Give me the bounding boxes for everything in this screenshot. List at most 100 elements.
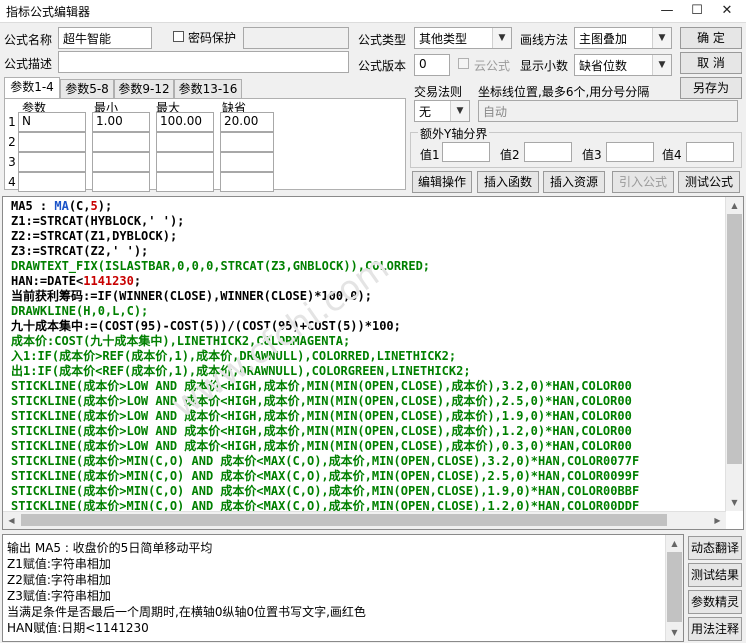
- code-line: Z1:=STRCAT(HYBLOCK,' ');: [11, 214, 639, 229]
- code-token: Z1:=STRCAT(HYBLOCK,' ');: [11, 214, 185, 228]
- code-token: STICKLINE(成本价>LOW AND 成本价<HIGH,成本价,MIN(M…: [11, 379, 632, 393]
- draw-label: 画线方法: [520, 33, 569, 47]
- param-row-number: 4: [8, 175, 16, 189]
- tab-params-1-4[interactable]: 参数1-4: [4, 77, 60, 99]
- coord-input[interactable]: 自动: [478, 100, 738, 122]
- code-token: 5: [90, 199, 98, 213]
- y2-input[interactable]: [524, 142, 572, 162]
- type-select[interactable]: 其他类型 ▼: [414, 27, 512, 49]
- code-line: STICKLINE(成本价>LOW AND 成本价<HIGH,成本价,MIN(M…: [11, 424, 639, 439]
- output-line: 当满足条件是否最后一个周期时,在横轴0纵轴0位置书写文字,画红色: [7, 605, 366, 619]
- code-token: STICKLINE(成本价>MIN(C,O) AND 成本价<MAX(C,O),…: [11, 454, 640, 468]
- tab-params-5-8[interactable]: 参数5-8: [60, 79, 114, 99]
- password-input[interactable]: [243, 27, 349, 49]
- scroll-up-icon[interactable]: ▲: [666, 535, 683, 552]
- edit-op-button[interactable]: 编辑操作: [412, 171, 472, 193]
- param-default-input[interactable]: [220, 132, 274, 152]
- code-line: DRAWTEXT_FIX(ISLASTBAR,0,0,0,STRCAT(Z3,G…: [11, 259, 639, 274]
- code-editor[interactable]: MA5 : MA(C,5); Z1:=STRCAT(HYBLOCK,' '); Z2…: [2, 196, 744, 530]
- usage-notes-button[interactable]: 用法注释: [688, 617, 742, 641]
- param-max-input[interactable]: [156, 172, 214, 192]
- scroll-left-icon[interactable]: ◀: [3, 512, 20, 529]
- import-formula-button[interactable]: 引入公式: [612, 171, 674, 193]
- version-input[interactable]: 0: [414, 54, 450, 76]
- param-max-input[interactable]: [156, 132, 214, 152]
- draw-select-value: 主图叠加: [579, 32, 628, 46]
- desc-input[interactable]: [58, 51, 349, 73]
- code-line: Z2:=STRCAT(Z1,DYBLOCK);: [11, 229, 639, 244]
- code-token: STICKLINE(成本价>MIN(C,O) AND 成本价<MAX(C,O),…: [11, 469, 640, 483]
- param-wizard-button[interactable]: 参数精灵: [688, 590, 742, 614]
- dynamic-translate-button[interactable]: 动态翻译: [688, 536, 742, 560]
- param-default-input[interactable]: [220, 172, 274, 192]
- decimals-select-value: 缺省位数: [579, 59, 628, 73]
- param-min-input[interactable]: [92, 132, 150, 152]
- scroll-thumb[interactable]: [727, 214, 742, 464]
- maximize-icon[interactable]: ☐: [682, 2, 712, 20]
- decimals-select[interactable]: 缺省位数 ▼: [574, 54, 672, 76]
- code-token: STICKLINE(成本价>LOW AND 成本价<HIGH,成本价,MIN(M…: [11, 409, 632, 423]
- y1-input[interactable]: [442, 142, 490, 162]
- code-token: Z2:=STRCAT(Z1,DYBLOCK);: [11, 229, 178, 243]
- code-text[interactable]: MA5 : MA(C,5); Z1:=STRCAT(HYBLOCK,' '); Z2…: [11, 199, 639, 514]
- scroll-down-icon[interactable]: ▼: [726, 494, 743, 511]
- param-default-input[interactable]: 20.00: [220, 112, 274, 132]
- version-label: 公式版本: [358, 59, 407, 73]
- editor-hscrollbar[interactable]: ◀ ▶: [3, 511, 726, 529]
- code-token: MA: [54, 199, 69, 213]
- param-name-input[interactable]: N: [18, 112, 86, 132]
- param-name-input[interactable]: [18, 152, 86, 172]
- minimize-icon[interactable]: —: [652, 2, 682, 20]
- insert-func-button[interactable]: 插入函数: [477, 171, 539, 193]
- title-bar: 指标公式编辑器 — ☐ ✕: [0, 0, 746, 23]
- tab-params-9-12[interactable]: 参数9-12: [114, 79, 174, 99]
- test-result-button[interactable]: 测试结果: [688, 563, 742, 587]
- code-token: HAN:=DATE<: [11, 274, 84, 288]
- cloud-checkbox[interactable]: [458, 58, 469, 69]
- param-min-input[interactable]: 1.00: [92, 112, 150, 132]
- hscroll-thumb[interactable]: [21, 514, 667, 526]
- param-min-input[interactable]: [92, 152, 150, 172]
- password-checkbox[interactable]: [173, 31, 184, 42]
- scroll-thumb[interactable]: [667, 552, 682, 622]
- y4-input[interactable]: [686, 142, 734, 162]
- name-label: 公式名称: [4, 33, 53, 47]
- name-input[interactable]: 超牛智能: [58, 27, 152, 49]
- code-token: 九十成本集中:=(COST(95)-COST(5))/(COST(95)+COS…: [11, 319, 401, 333]
- output-vscrollbar[interactable]: ▲ ▼: [665, 535, 683, 641]
- param-row-number: 1: [8, 115, 16, 129]
- scroll-right-icon[interactable]: ▶: [709, 512, 726, 529]
- output-line: Z2赋值:字符串相加: [7, 573, 111, 587]
- trade-select[interactable]: 无 ▼: [414, 100, 470, 122]
- output-line: Z1赋值:字符串相加: [7, 557, 111, 571]
- y2-label: 值2: [500, 148, 520, 162]
- code-line: STICKLINE(成本价>LOW AND 成本价<HIGH,成本价,MIN(M…: [11, 379, 639, 394]
- code-token: STICKLINE(成本价>LOW AND 成本价<HIGH,成本价,MIN(M…: [11, 394, 632, 408]
- param-name-input[interactable]: [18, 132, 86, 152]
- param-row-number: 3: [8, 155, 16, 169]
- tab-params-13-16[interactable]: 参数13-16: [174, 79, 242, 99]
- code-line: STICKLINE(成本价>MIN(C,O) AND 成本价<MAX(C,O),…: [11, 484, 639, 499]
- param-max-input[interactable]: 100.00: [156, 112, 214, 132]
- close-icon[interactable]: ✕: [712, 2, 742, 20]
- param-default-input[interactable]: [220, 152, 274, 172]
- code-line: 出1:IF(成本价<REF(成本价,1),成本价,DRAWNULL),COLOR…: [11, 364, 639, 379]
- cancel-button[interactable]: 取 消: [680, 52, 742, 74]
- test-formula-button[interactable]: 测试公式: [678, 171, 740, 193]
- type-label: 公式类型: [358, 33, 407, 47]
- ok-button[interactable]: 确 定: [680, 27, 742, 49]
- editor-vscrollbar[interactable]: ▲ ▼: [725, 197, 743, 511]
- insert-res-button[interactable]: 插入资源: [543, 171, 605, 193]
- scroll-up-icon[interactable]: ▲: [726, 197, 743, 214]
- draw-select[interactable]: 主图叠加 ▼: [574, 27, 672, 49]
- param-name-input[interactable]: [18, 172, 86, 192]
- scroll-down-icon[interactable]: ▼: [666, 624, 683, 641]
- y1-label: 值1: [420, 148, 440, 162]
- param-min-input[interactable]: [92, 172, 150, 192]
- param-max-input[interactable]: [156, 152, 214, 172]
- y3-input[interactable]: [606, 142, 654, 162]
- window-title: 指标公式编辑器: [6, 5, 91, 19]
- decimals-label: 显示小数: [520, 59, 569, 73]
- code-line: STICKLINE(成本价>MIN(C,O) AND 成本价<MAX(C,O),…: [11, 469, 639, 484]
- save-as-button[interactable]: 另存为: [680, 77, 742, 99]
